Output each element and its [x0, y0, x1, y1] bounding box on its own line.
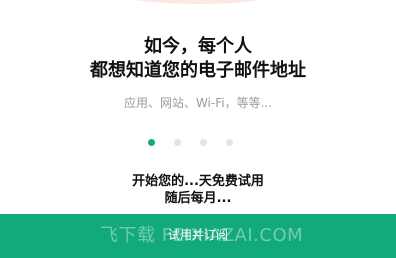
headline-line-1: 如今，每个人	[144, 36, 252, 57]
page-dot-1[interactable]	[148, 138, 155, 146]
page-dot-4[interactable]	[226, 138, 233, 146]
subtitle: 应用、网站、Wi-Fi，等等...	[123, 96, 273, 110]
trial-offer-line-2: 随后每月...	[164, 191, 232, 206]
try-and-subscribe-button[interactable]: 试用并订阅	[0, 214, 396, 258]
onboarding-screen: 如今，每个人 都想知道您的电子邮件地址 应用、网站、Wi-Fi，等等... 开始…	[0, 0, 396, 258]
page-dot-3[interactable]	[200, 138, 207, 146]
headline-line-2: 都想知道您的电子邮件地址	[90, 60, 306, 81]
header-illustration	[95, 0, 301, 4]
trial-offer-line-1: 开始您的...天免费试用	[132, 174, 264, 189]
page-indicator	[148, 137, 233, 147]
page-dot-2[interactable]	[174, 138, 181, 146]
try-and-subscribe-label: 试用并订阅	[167, 228, 228, 242]
